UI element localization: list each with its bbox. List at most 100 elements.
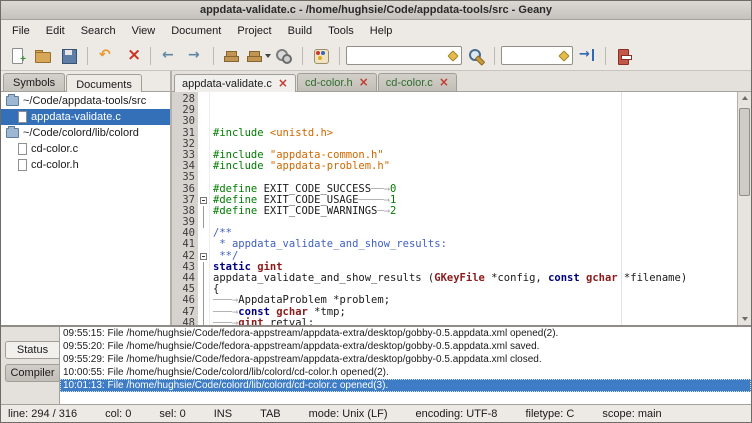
new-document-button[interactable] (5, 44, 29, 68)
line-number: 36 (172, 184, 195, 195)
tab-status[interactable]: Status (5, 341, 59, 359)
code-segment: "appdata-problem.h" (270, 160, 390, 172)
editor-tab-appdata-validate.c[interactable]: appdata-validate.c × (174, 74, 296, 92)
tree-folder-label: ~/Code/appdata-tools/src (23, 95, 146, 107)
quit-icon (615, 47, 633, 65)
menu-edit[interactable]: Edit (38, 22, 73, 40)
execute-button[interactable] (272, 44, 296, 68)
message-row[interactable]: 09:55:15: File /home/hughsie/Code/fedora… (60, 327, 751, 340)
quit-button[interactable] (612, 44, 636, 68)
close-tab-icon[interactable]: × (359, 77, 369, 88)
tree-file-row[interactable]: cd-color.h (1, 157, 170, 173)
find-button[interactable] (464, 44, 488, 68)
open-document-button[interactable] (31, 44, 55, 68)
navigate-forward-button[interactable] (183, 44, 207, 68)
code-segment: EXIT_CODE_USAGE (264, 194, 359, 206)
code-segment: ────→ (358, 194, 390, 206)
menu-document[interactable]: Document (163, 22, 229, 40)
menu-search[interactable]: Search (73, 22, 124, 40)
close-tab-icon[interactable]: × (439, 77, 449, 88)
title-bar[interactable]: appdata-validate.c - /home/hughsie/Code/… (1, 1, 751, 20)
status-messages-list[interactable]: 09:55:15: File /home/hughsie/Code/fedora… (59, 327, 751, 404)
clear-entry-icon[interactable] (558, 50, 569, 61)
menu-bar: FileEditSearchViewDocumentProjectBuildTo… (1, 20, 751, 41)
tree-file-row[interactable]: cd-color.c (1, 141, 170, 157)
close-tab-icon[interactable]: × (278, 78, 288, 89)
menu-build[interactable]: Build (280, 22, 320, 40)
toolbar-separator (339, 47, 340, 65)
message-row[interactable]: 09:55:29: File /home/hughsie/Code/fedora… (60, 353, 751, 366)
search-entry[interactable] (350, 50, 447, 62)
clear-entry-icon[interactable] (447, 50, 458, 61)
tree-file-label: cd-color.h (31, 159, 79, 171)
file-icon (18, 143, 27, 155)
documents-tree[interactable]: ~/Code/appdata-tools/src appdata-validate… (1, 92, 170, 325)
tab-documents[interactable]: Documents (66, 74, 142, 92)
code-segment: const (548, 272, 580, 284)
color-chooser-button[interactable] (309, 44, 333, 68)
fold-line (203, 273, 204, 284)
close-document-button[interactable] (120, 44, 144, 68)
navigate-back-button[interactable] (157, 44, 181, 68)
fold-marker-cell[interactable] (198, 251, 209, 262)
compile-button[interactable] (220, 44, 244, 68)
tree-file-row[interactable]: appdata-validate.c (1, 109, 170, 125)
fold-marker-cell (198, 284, 209, 295)
code-segment: *filename) (618, 272, 688, 284)
file-icon (18, 111, 27, 123)
message-row[interactable]: 10:00:55: File /home/hughsie/Code/colord… (60, 366, 751, 379)
message-window-tabs: Status Compiler (1, 327, 59, 404)
jump-to-line-button[interactable] (575, 44, 599, 68)
code-segment: <unistd.h> (270, 127, 333, 139)
fold-marker-cell (198, 239, 209, 250)
message-row[interactable]: 09:55:20: File /home/hughsie/Code/fedora… (60, 340, 751, 353)
menu-help[interactable]: Help (362, 22, 401, 40)
tree-folder-row[interactable]: ~/Code/colord/lib/colord (1, 125, 170, 141)
statusbar-item: col: 0 (105, 408, 131, 420)
fold-marker-cell[interactable] (198, 195, 209, 206)
fold-marker-cell (198, 172, 209, 183)
save-document-button[interactable] (57, 44, 81, 68)
scrollbar-thumb[interactable] (739, 108, 750, 196)
editor: 2829303132333435363738394041424344454647… (172, 92, 751, 325)
code-line: #define EXIT_CODE_WARNINGS─→2 (213, 206, 737, 217)
compile-icon (223, 47, 241, 65)
code-segment: "appdata-common.h" (270, 149, 384, 161)
goto-line-entry[interactable] (505, 50, 558, 62)
statusbar-item: sel: 0 (159, 408, 185, 420)
fold-margin[interactable] (198, 92, 210, 325)
message-window: Status Compiler 09:55:15: File /home/hugh… (1, 325, 751, 404)
menu-project[interactable]: Project (229, 22, 279, 40)
code-area[interactable]: #include <unistd.h>#include "appdata-com… (210, 92, 737, 325)
revert-document-button[interactable] (94, 44, 118, 68)
color-chooser-icon (312, 47, 330, 65)
menu-view[interactable]: View (124, 22, 164, 40)
menu-tools[interactable]: Tools (320, 22, 362, 40)
build-button[interactable] (246, 44, 270, 68)
tab-symbols[interactable]: Symbols (3, 73, 65, 91)
tree-file-label: appdata-validate.c (31, 111, 121, 123)
tree-folder-row[interactable]: ~/Code/appdata-tools/src (1, 93, 170, 109)
fold-marker-cell (198, 307, 209, 318)
jump-arrow-icon (578, 47, 596, 65)
editor-tab-cd-color.c[interactable]: cd-color.c× (378, 73, 457, 91)
code-segment: gchar (276, 306, 308, 318)
dropdown-arrow-icon[interactable] (265, 54, 271, 58)
fold-marker-cell (198, 228, 209, 239)
editor-tab-cd-color.h[interactable]: cd-color.h× (297, 73, 377, 91)
editor-vertical-scrollbar[interactable] (737, 92, 751, 325)
fold-collapse-icon[interactable] (200, 197, 207, 204)
toolbar (1, 41, 751, 71)
fold-collapse-icon[interactable] (200, 253, 207, 260)
code-segment: ───→ (213, 294, 238, 306)
code-segment: /** (213, 227, 232, 239)
menu-file[interactable]: File (4, 22, 38, 40)
line-number-gutter[interactable]: 2829303132333435363738394041424344454647… (172, 92, 198, 325)
code-segment: 1 (390, 194, 396, 206)
tab-compiler[interactable]: Compiler (5, 364, 59, 382)
editor-tab-label: appdata-validate.c (182, 78, 272, 90)
code-segment: appdata_validate_and_show_results ( (213, 272, 434, 284)
fold-line (203, 295, 204, 306)
message-row[interactable]: 10:01:13: File /home/hughsie/Code/colord… (60, 379, 751, 392)
code-segment: #define (213, 194, 264, 206)
